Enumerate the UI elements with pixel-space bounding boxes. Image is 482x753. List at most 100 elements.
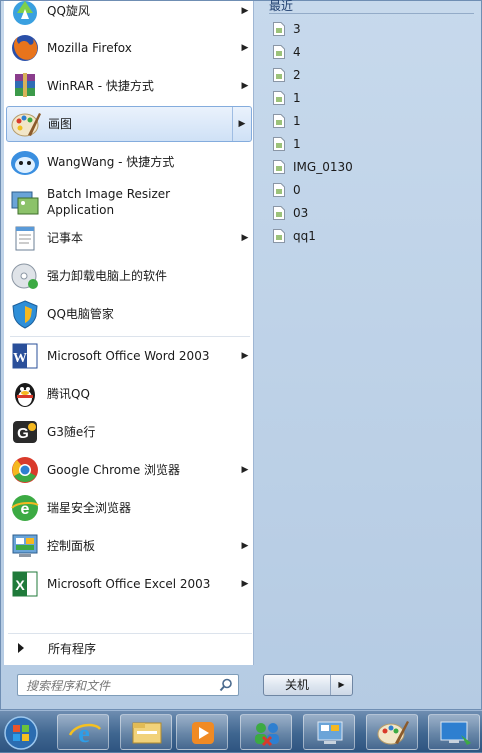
image-file-icon [273,206,285,220]
divider [10,336,250,337]
recent-item[interactable]: 1 [273,111,301,131]
qq-xuanfeng-icon [9,0,41,27]
program-label: Mozilla Firefox [47,41,132,55]
recent-item[interactable]: 1 [273,134,301,154]
program-batch-image-resizer[interactable]: Batch Image Resizer Application [6,183,252,221]
taskbar: e [0,710,482,752]
recent-item-label: 03 [293,206,309,220]
submenu-arrow-icon[interactable]: ▶ [238,43,252,53]
submenu-arrow-icon[interactable]: ▶ [238,233,252,243]
recent-item[interactable]: IMG_0130 [273,157,353,177]
recent-item-label: 1 [293,137,301,151]
image-resizer-icon [9,186,41,218]
recent-title: 最近 [269,0,294,13]
program-label: Microsoft Office Excel 2003 [47,577,211,591]
taskbar-media-player[interactable] [176,714,228,750]
submenu-arrow-icon[interactable]: ▶ [232,107,251,141]
programs-pane: QQ旋风 ▶ Mozilla Firefox ▶ WinRAR - 快捷方式 ▶… [4,1,254,665]
windows-orb-icon [4,716,38,750]
taskbar-control-panel[interactable] [303,714,355,750]
shield-icon [9,298,41,330]
submenu-arrow-icon[interactable]: ▶ [238,351,252,361]
recent-item[interactable]: 1 [273,88,301,108]
program-qq-pc-manager[interactable]: QQ电脑管家 [6,296,252,332]
taskbar-ie[interactable]: e [57,714,109,750]
program-label: QQ电脑管家 [47,307,114,321]
recent-item[interactable]: qq1 [273,226,316,246]
shutdown-button[interactable]: 关机 [264,675,330,695]
taskbar-remote-desktop[interactable] [428,714,480,750]
svg-text:G: G [17,425,29,442]
submenu-arrow-icon[interactable]: ▶ [238,465,252,475]
program-word-2003[interactable]: W Microsoft Office Word 2003 ▶ [6,338,252,374]
recent-item[interactable]: 03 [273,203,308,223]
rising-browser-icon: e [9,492,41,524]
submenu-arrow-icon[interactable]: ▶ [238,81,252,91]
image-file-icon [273,137,285,151]
program-label: WangWang - 快捷方式 [47,155,175,169]
search-input[interactable] [24,676,218,696]
all-programs-label: 所有程序 [48,641,97,656]
program-tencent-qq[interactable]: 腾讯QQ [6,376,252,412]
recent-item-label: 1 [293,114,301,128]
shutdown-options-arrow-icon[interactable]: ▶ [330,675,352,695]
submenu-arrow-icon[interactable]: ▶ [238,579,252,589]
paint-palette-icon [377,721,409,745]
all-programs-button[interactable]: 所有程序 [8,633,252,662]
program-paint[interactable]: 画图 ▶ [6,106,252,142]
recent-item[interactable]: 2 [273,65,301,85]
folder-icon [132,722,162,744]
program-label: Batch Image Resizer Application [47,186,252,218]
control-panel-icon [9,530,41,562]
recent-item-label: 0 [293,183,301,197]
svg-text:X: X [15,577,25,593]
recent-item-label: 2 [293,68,301,82]
image-file-icon [273,22,285,36]
submenu-arrow-icon[interactable]: ▶ [238,541,252,551]
search-box [17,674,239,696]
program-control-panel[interactable]: 控制面板 ▶ [6,528,252,564]
image-file-icon [273,45,285,59]
image-file-icon [273,68,285,82]
program-g3[interactable]: G G3随e行 [6,414,252,450]
recent-item-label: IMG_0130 [293,160,353,174]
recent-item[interactable]: 3 [273,19,301,39]
program-chrome[interactable]: Google Chrome 浏览器 ▶ [6,452,252,488]
taskbar-explorer[interactable] [120,714,172,750]
control-panel-icon [317,721,343,744]
monitor-icon [440,721,471,745]
program-label: 强力卸载电脑上的软件 [47,269,168,283]
submenu-arrow-icon[interactable]: ▶ [238,6,252,16]
shutdown-button-group: 关机 ▶ [263,674,353,696]
taskbar-paint[interactable] [366,714,418,750]
all-programs-arrow-icon [18,643,24,653]
program-label: Microsoft Office Word 2003 [47,349,210,363]
program-rising-browser[interactable]: e 瑞星安全浏览器 [6,490,252,526]
program-wangwang[interactable]: WangWang - 快捷方式 [6,144,252,180]
program-qq-xuanfeng[interactable]: QQ旋风 ▶ [6,0,252,29]
program-label: 腾讯QQ [47,387,90,401]
program-uninstaller[interactable]: 强力卸载电脑上的软件 [6,258,252,294]
recent-item[interactable]: 4 [273,42,301,62]
program-excel-2003[interactable]: X Microsoft Office Excel 2003 ▶ [6,566,252,602]
notepad-icon [9,222,41,254]
program-label: 画图 [48,117,73,131]
taskbar-users[interactable] [240,714,292,750]
program-label: QQ旋风 [47,4,90,18]
image-file-icon [273,160,285,174]
search-icon[interactable] [219,678,233,692]
winrar-icon [9,70,41,102]
program-winrar[interactable]: WinRAR - 快捷方式 ▶ [6,68,252,104]
svg-text:e: e [78,719,90,748]
program-label: G3随e行 [47,425,96,439]
start-button[interactable] [0,714,44,750]
recent-item[interactable]: 0 [273,180,301,200]
recent-item-label: 3 [293,22,301,36]
image-file-icon [273,229,285,243]
recent-pane: 最近 3 4 2 1 1 1 IMG_0130 0 03 qq1 [255,0,480,665]
program-notepad[interactable]: 记事本 ▶ [6,220,252,256]
program-firefox[interactable]: Mozilla Firefox ▶ [6,30,252,66]
firefox-icon [9,32,41,64]
excel-icon: X [9,568,41,600]
image-file-icon [273,91,285,105]
